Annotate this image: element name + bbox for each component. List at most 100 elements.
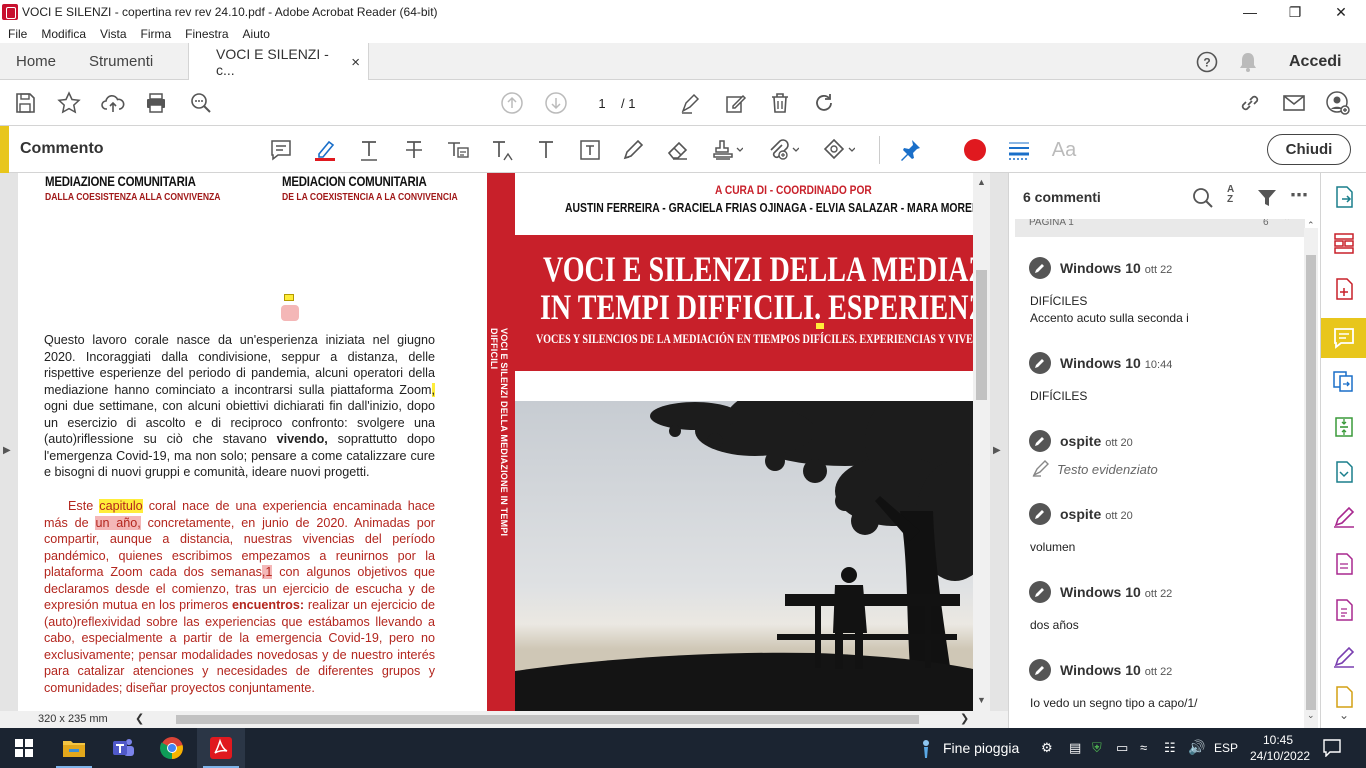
wifi-icon[interactable]: ≈: [1140, 740, 1147, 755]
zoom-search-icon[interactable]: [188, 90, 214, 116]
shapes-icon[interactable]: [821, 137, 857, 163]
weather-label[interactable]: Fine pioggia: [943, 740, 1019, 756]
send-sign-icon[interactable]: [1330, 550, 1358, 578]
signin-link[interactable]: Accedi: [1289, 43, 1341, 80]
document-vertical-scrollbar[interactable]: ▲ ▼: [973, 173, 990, 711]
user-share-icon[interactable]: [1325, 90, 1351, 116]
help-icon[interactable]: ?: [1196, 43, 1218, 80]
more-options-icon[interactable]: ⋯: [1290, 185, 1308, 206]
print-icon[interactable]: [143, 90, 169, 116]
line-style-icon[interactable]: [1006, 137, 1032, 163]
battery-icon[interactable]: ▭: [1116, 740, 1128, 756]
tab-tools[interactable]: Strumenti: [89, 43, 153, 80]
comment-tool-icon[interactable]: [1321, 318, 1366, 358]
pdf-page[interactable]: MEDIAZIONE COMUNITARIA DALLA COESISTENZA…: [18, 173, 973, 711]
previous-page-icon[interactable]: [499, 90, 525, 116]
network-icon[interactable]: ☷: [1164, 740, 1176, 756]
insert-text-icon[interactable]: [489, 137, 515, 163]
teams-icon[interactable]: [99, 728, 147, 768]
highlight-footnote[interactable]: ,1: [261, 565, 273, 579]
email-icon[interactable]: [1281, 90, 1307, 116]
edit-pdf-icon[interactable]: [723, 90, 749, 116]
security-shield-icon[interactable]: ⛨: [1092, 740, 1102, 756]
document-viewport[interactable]: ▶ MEDIAZIONE COMUNITARIA DALLA COESISTEN…: [0, 173, 1008, 728]
comments-scroll-down-icon[interactable]: ⌄: [1307, 710, 1315, 721]
eraser-icon[interactable]: [665, 137, 691, 163]
chevron-up-icon[interactable]: ⌃: [1283, 219, 1291, 227]
scroll-down-icon[interactable]: ▼: [977, 695, 986, 705]
create-pdf-icon[interactable]: [1330, 275, 1358, 303]
restore-button[interactable]: ❐: [1272, 0, 1318, 24]
language-indicator[interactable]: ESP: [1214, 741, 1238, 755]
organize-pages-icon[interactable]: [1330, 229, 1358, 257]
comments-scroll-thumb[interactable]: [1306, 255, 1316, 710]
clock[interactable]: 10:45 24/10/2022: [1250, 732, 1310, 764]
share-link-icon[interactable]: [1237, 90, 1263, 116]
compress-icon[interactable]: [1330, 413, 1358, 441]
menu-aiuto[interactable]: Aiuto: [243, 27, 270, 41]
highlight-un-ano[interactable]: un año,: [95, 515, 141, 530]
volume-icon[interactable]: 🔊: [1188, 739, 1205, 756]
highlight-annotation[interactable]: [281, 305, 299, 321]
strikethrough-text-icon[interactable]: [401, 137, 427, 163]
underline-text-icon[interactable]: [356, 137, 382, 163]
scroll-thumb[interactable]: [976, 270, 987, 400]
start-windows-icon[interactable]: [0, 728, 48, 768]
page-group-header[interactable]: PAGINA 1 6 ⌃: [1015, 219, 1305, 237]
close-window-button[interactable]: ✕: [1318, 0, 1364, 24]
pencil-draw-icon[interactable]: [620, 137, 646, 163]
highlight-capitulo[interactable]: capitulo: [99, 499, 143, 513]
comment-marker-icon[interactable]: [284, 294, 294, 301]
search-comments-icon[interactable]: [1192, 187, 1214, 214]
page-number-input[interactable]: 1: [587, 94, 617, 114]
comments-scrollbar[interactable]: ⌃ ⌄: [1304, 220, 1318, 728]
highlight-comma-zoom[interactable]: ,: [431, 382, 435, 397]
tray-teams-icon[interactable]: ⚙: [1041, 740, 1053, 756]
left-panel-toggle-icon[interactable]: ▶: [3, 445, 11, 456]
menu-file[interactable]: File: [8, 27, 27, 41]
export-pdf-icon[interactable]: [1330, 183, 1358, 211]
sort-icon[interactable]: AZ: [1227, 185, 1234, 205]
usb-icon[interactable]: ▤: [1069, 740, 1081, 756]
protect-icon[interactable]: [1330, 596, 1358, 624]
scroll-up-icon[interactable]: ▲: [977, 177, 986, 187]
file-explorer-icon[interactable]: [50, 728, 98, 768]
menu-modifica[interactable]: Modifica: [41, 27, 86, 41]
attach-file-icon[interactable]: [765, 137, 801, 163]
tab-document[interactable]: VOCI E SILENZI - c... ×: [188, 43, 369, 81]
acrobat-taskbar-icon[interactable]: [197, 728, 245, 768]
close-comment-button[interactable]: Chiudi: [1267, 134, 1351, 165]
color-picker-icon[interactable]: [962, 137, 988, 163]
minimize-button[interactable]: —: [1227, 0, 1273, 24]
cover-comment-marker-icon[interactable]: [816, 323, 824, 329]
more-tools-icon[interactable]: [1330, 683, 1358, 711]
weather-icon[interactable]: [917, 739, 935, 764]
text-box-icon[interactable]: [577, 137, 603, 163]
sticky-note-icon[interactable]: [268, 137, 294, 163]
bookmark-star-icon[interactable]: [56, 90, 82, 116]
scroll-right-icon[interactable]: ❯: [960, 712, 969, 725]
chrome-icon[interactable]: [148, 728, 196, 768]
font-settings-icon[interactable]: Aa: [1049, 137, 1079, 163]
rotate-icon[interactable]: [811, 90, 837, 116]
right-panel-toggle-icon[interactable]: ▶: [993, 445, 1001, 456]
fill-sign-pen-icon[interactable]: [678, 90, 704, 116]
replace-text-icon[interactable]: [445, 137, 471, 163]
highlight-text-icon[interactable]: [312, 137, 338, 163]
menu-finestra[interactable]: Finestra: [185, 27, 228, 41]
menu-vista[interactable]: Vista: [100, 27, 126, 41]
stamp-icon[interactable]: [710, 137, 744, 163]
filter-icon[interactable]: [1257, 188, 1277, 213]
notifications-icon[interactable]: [1323, 739, 1341, 762]
hscroll-thumb[interactable]: [176, 715, 919, 724]
upload-cloud-icon[interactable]: [100, 90, 126, 116]
document-horizontal-scrollbar[interactable]: 320 x 235 mm ❮ ❯: [0, 711, 1008, 728]
tab-close-button[interactable]: ×: [351, 54, 360, 71]
next-page-icon[interactable]: [543, 90, 569, 116]
menu-firma[interactable]: Firma: [141, 27, 172, 41]
notification-bell-icon[interactable]: [1238, 43, 1258, 80]
scroll-left-icon[interactable]: ❮: [135, 712, 144, 725]
save-icon[interactable]: [12, 90, 38, 116]
export-convert-icon[interactable]: [1330, 458, 1358, 486]
certificate-icon[interactable]: [1330, 643, 1358, 671]
